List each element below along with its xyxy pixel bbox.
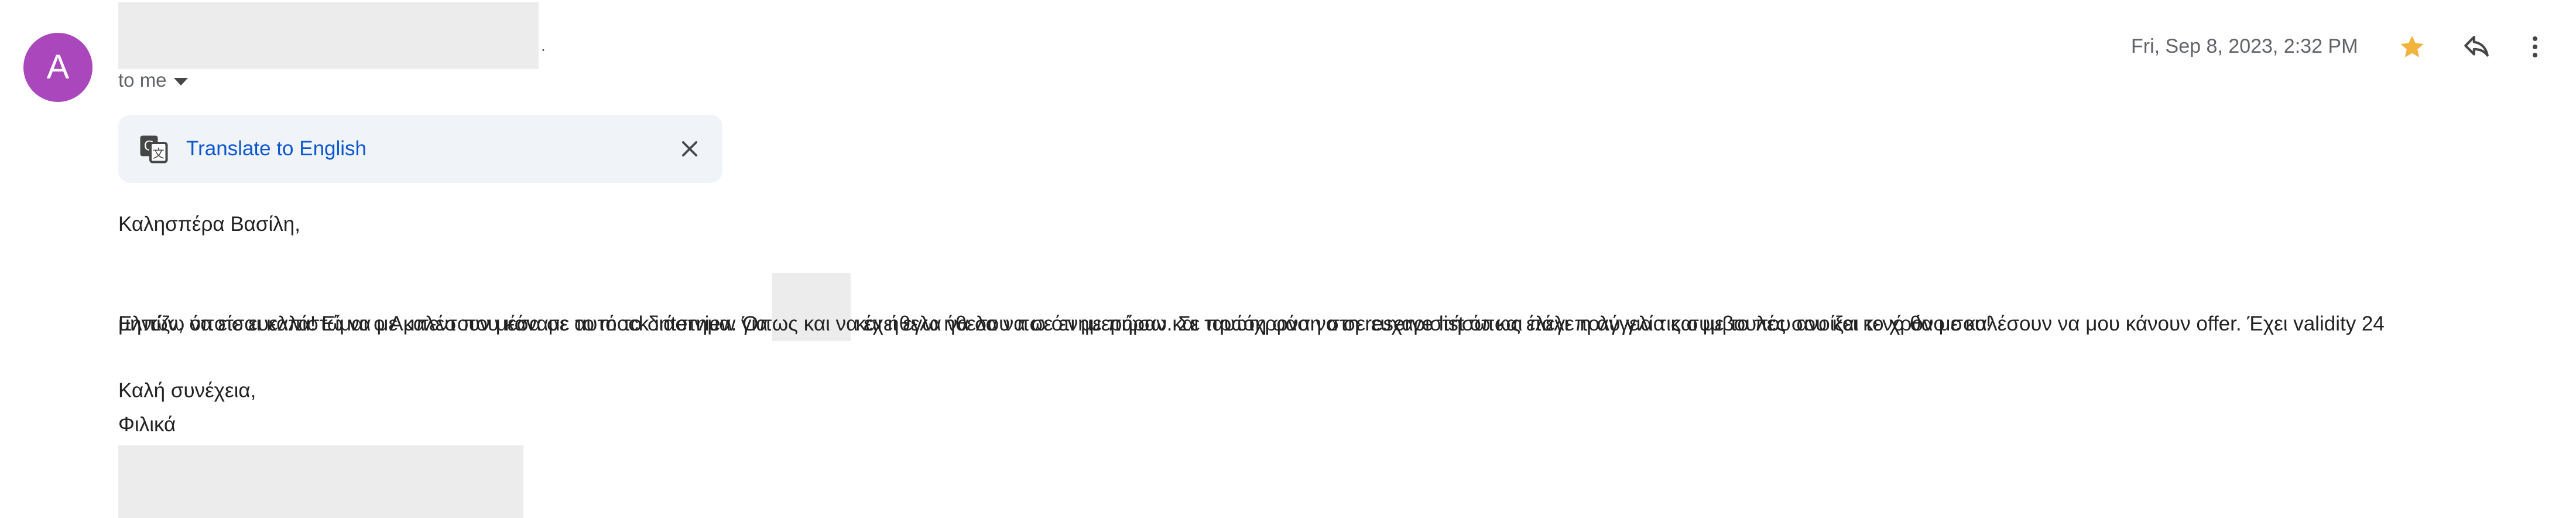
reply-button[interactable] (2459, 29, 2494, 64)
avatar-initial: A (46, 48, 70, 86)
closing-text-2: Φιλικά (118, 413, 176, 436)
sender-name-redacted (118, 2, 539, 69)
greeting-text: Καλησπέρα Βασίλη, (118, 213, 300, 236)
paragraph-line-2: μηνών, όποτε ευελπιστώ να με καλέσουν μέ… (118, 312, 1992, 335)
closing-text-1: Καλή συνέχεια, (118, 379, 256, 402)
more-vert-icon (2533, 36, 2537, 57)
sender-separator: . (541, 36, 546, 54)
translate-banner: G 文 Translate to English (118, 115, 722, 183)
close-translate-button[interactable] (672, 131, 707, 166)
star-icon (2400, 36, 2424, 57)
close-icon (682, 141, 697, 156)
email-message: A . to me Fri, Sep 8, 2023, 2:32 PM G 文 … (0, 0, 2576, 518)
signature-redacted (118, 445, 523, 518)
chevron-down-icon (173, 77, 188, 86)
translate-to-english-link[interactable]: Translate to English (186, 137, 366, 161)
more-options-button[interactable] (2517, 29, 2553, 64)
translate-icon: G 文 (140, 135, 168, 163)
message-timestamp: Fri, Sep 8, 2023, 2:32 PM (2131, 35, 2358, 57)
recipient-details-toggle[interactable]: to me (118, 69, 188, 91)
svg-text:文: 文 (153, 146, 165, 161)
reply-icon (2464, 36, 2489, 57)
sender-avatar[interactable]: A (23, 33, 93, 102)
recipient-label: to me (118, 69, 167, 91)
star-button[interactable] (2395, 29, 2430, 64)
